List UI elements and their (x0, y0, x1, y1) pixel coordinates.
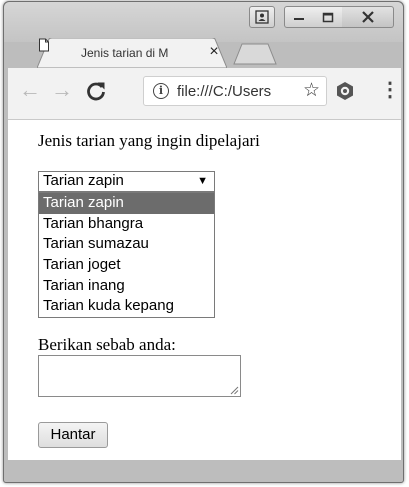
dropdown-option[interactable]: Tarian bhangra (39, 214, 214, 235)
forward-icon[interactable]: → (50, 78, 74, 102)
chevron-down-icon: ▼ (197, 175, 208, 187)
tab-active[interactable]: Jenis tarian di M × (37, 38, 227, 68)
page-heading: Jenis tarian yang ingin dipelajari (38, 131, 260, 150)
dropdown-option[interactable]: Tarian joget (39, 255, 214, 276)
star-icon[interactable]: ☆ (303, 79, 320, 102)
dropdown-option[interactable]: Tarian sumazau (39, 234, 214, 255)
dropdown-option[interactable]: Tarian kuda kepang (39, 296, 214, 317)
info-icon[interactable]: i (153, 83, 169, 99)
minimize-icon[interactable] (284, 6, 314, 28)
menu-icon[interactable]: ⋮ (380, 80, 400, 100)
dance-dropdown-list: Tarian zapin Tarian bhangra Tarian sumaz… (38, 192, 215, 319)
toolbar: ← → i file:///C:/Users ☆ ⋮ (8, 68, 401, 120)
page-content: Jenis tarian yang ingin dipelajari Taria… (8, 120, 401, 460)
dance-select[interactable]: Tarian zapin ▼ (38, 171, 215, 192)
page-icon (39, 38, 49, 52)
browser-window: Jenis tarian di M × ← → i file:///C:/Use… (3, 1, 404, 483)
user-icon[interactable] (249, 6, 275, 28)
resize-handle-icon[interactable] (230, 386, 239, 395)
select-value: Tarian zapin (43, 172, 124, 189)
reason-textarea[interactable] (38, 355, 241, 397)
url-text[interactable]: file:///C:/Users (177, 83, 296, 100)
dropdown-option[interactable]: Tarian inang (39, 276, 214, 297)
dropdown-option[interactable]: Tarian zapin (39, 193, 214, 214)
reload-icon[interactable] (84, 79, 108, 103)
address-bar[interactable]: i file:///C:/Users ☆ (143, 76, 327, 106)
new-tab-button[interactable] (232, 42, 278, 66)
tab-close-icon[interactable]: × (205, 43, 223, 61)
tab-title: Jenis tarian di M (81, 46, 169, 60)
back-icon[interactable]: ← (18, 78, 42, 102)
submit-button[interactable]: Hantar (38, 422, 108, 448)
maximize-icon[interactable] (313, 6, 343, 28)
extension-icon[interactable] (335, 81, 355, 101)
close-icon[interactable] (342, 6, 394, 28)
reason-label: Berikan sebab anda: (38, 335, 176, 354)
